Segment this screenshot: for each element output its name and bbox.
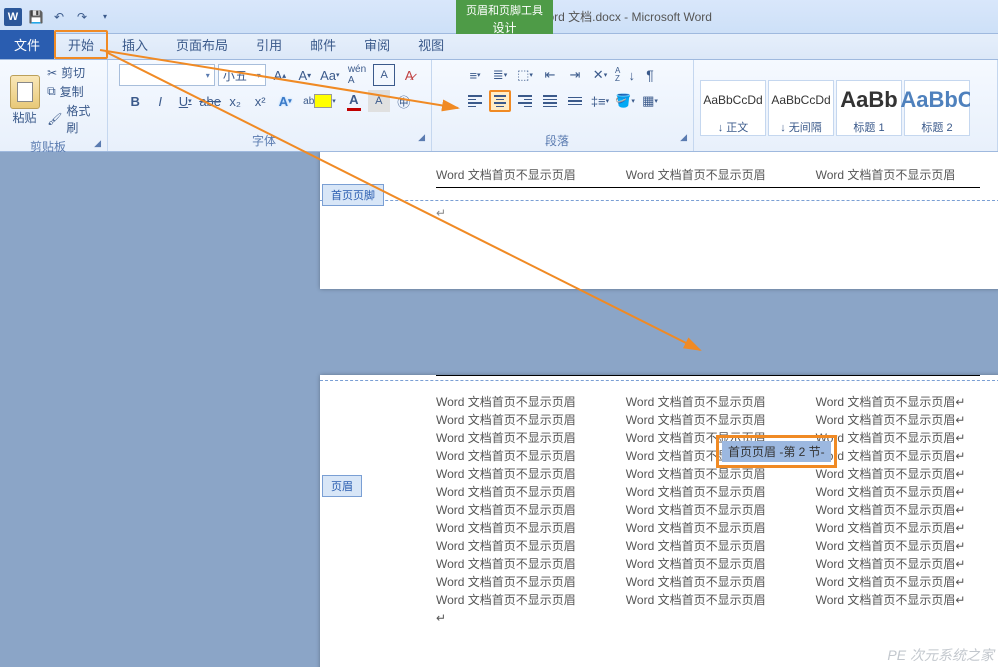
numbering-button[interactable]: ≣▾: [489, 64, 511, 86]
page-2: 首页页眉 -第 2 节- 页眉 Word 文档首页不显示页眉Word 文档首页不…: [320, 375, 998, 667]
tab-file[interactable]: 文件: [0, 30, 54, 59]
title-bar: W 💾 ↶ ↷ ▾ 页眉和页脚工具 设计 新建 Microsoft Word 文…: [0, 0, 998, 34]
undo-icon[interactable]: ↶: [49, 7, 69, 27]
paste-label: 粘贴: [13, 109, 37, 126]
tab-home[interactable]: 开始: [54, 30, 108, 59]
paragraph-launcher-icon[interactable]: ◢: [680, 132, 687, 143]
paste-button[interactable]: 粘贴: [6, 75, 43, 126]
highlight-button[interactable]: ab▾: [299, 90, 340, 112]
bullets-button[interactable]: ≡▾: [464, 64, 486, 86]
ribbon-tabs: 文件 开始 插入 页面布局 引用 邮件 审阅 视图: [0, 34, 998, 60]
text-effects-button[interactable]: A▾: [274, 90, 296, 112]
section-marker-highlight: 首页页眉 -第 2 节-: [716, 435, 837, 468]
copy-icon: ⧉: [47, 84, 56, 99]
page-1: Word 文档首页不显示页眉 Word 文档首页不显示页眉 Word 文档首页不…: [320, 152, 998, 289]
tab-view[interactable]: 视图: [404, 30, 458, 59]
font-color-button[interactable]: A: [343, 90, 365, 112]
strikethrough-button[interactable]: abe: [199, 90, 221, 112]
styles-group: AaBbCcDd↓ 正文 AaBbCcDd↓ 无间隔 AaBb标题 1 AaBb…: [694, 60, 998, 151]
show-marks-button[interactable]: ¶: [639, 64, 661, 86]
paste-icon: [10, 75, 40, 109]
cut-button[interactable]: ✂剪切: [47, 64, 101, 81]
ribbon: 粘贴 ✂剪切 ⧉复制 🖌格式刷 剪贴板◢ ▾ 小五▾ A▴ A▾ Aa▾ wén…: [0, 60, 998, 152]
save-icon[interactable]: 💾: [26, 7, 46, 27]
style-heading2[interactable]: AaBbC标题 2: [904, 80, 970, 136]
window-title: 新建 Microsoft Word 文档.docx - Microsoft Wo…: [115, 8, 994, 25]
page2-body: Word 文档首页不显示页眉Word 文档首页不显示页眉Word 文档首页不显示…: [320, 385, 998, 627]
align-justify-button[interactable]: [539, 90, 561, 112]
paragraph-group: ≡▾ ≣▾ ⬚▾ ⇤ ⇥ ✕▾ ↓ ¶ ‡≡▾ 🪣▾ ▦▾ 段落◢: [432, 60, 694, 151]
quick-access-toolbar: 💾 ↶ ↷ ▾: [26, 7, 115, 27]
font-size-combo[interactable]: 小五▾: [218, 64, 266, 86]
shrink-font-button[interactable]: A▾: [294, 64, 316, 86]
brush-icon: 🖌: [47, 112, 62, 126]
align-left-button[interactable]: [464, 90, 486, 112]
superscript-button[interactable]: x²: [249, 90, 271, 112]
enclose-char-button[interactable]: ㊥: [393, 90, 415, 112]
body-col-3: Word 文档首页不显示页眉↵Word 文档首页不显示页眉↵Word 文档首页不…: [816, 393, 966, 627]
watermark: PE 次元系统之家: [887, 645, 994, 665]
style-normal[interactable]: AaBbCcDd↓ 正文: [700, 80, 766, 136]
style-heading1[interactable]: AaBb标题 1: [836, 80, 902, 136]
character-border-button[interactable]: A: [373, 64, 395, 86]
paragraph-group-label: 段落◢: [438, 130, 687, 151]
line-spacing-button[interactable]: ‡≡▾: [589, 90, 611, 112]
char-shading-button[interactable]: A: [368, 90, 390, 112]
body-col-1: Word 文档首页不显示页眉Word 文档首页不显示页眉Word 文档首页不显示…: [436, 393, 576, 627]
context-tab-design[interactable]: 设计: [466, 19, 543, 36]
styles-gallery[interactable]: AaBbCcDd↓ 正文 AaBbCcDd↓ 无间隔 AaBb标题 1 AaBb…: [700, 80, 970, 136]
section-marker-text: 首页页眉 -第 2 节-: [722, 441, 831, 462]
multilevel-list-button[interactable]: ⬚▾: [514, 64, 536, 86]
font-group-label: 字体◢: [114, 130, 425, 151]
subscript-button[interactable]: x₂: [224, 90, 246, 112]
increase-indent-button[interactable]: ⇥: [564, 64, 586, 86]
style-no-spacing[interactable]: AaBbCcDd↓ 无间隔: [768, 80, 834, 136]
redo-icon[interactable]: ↷: [72, 7, 92, 27]
copy-button[interactable]: ⧉复制: [47, 83, 101, 100]
clipboard-group: 粘贴 ✂剪切 ⧉复制 🖌格式刷 剪贴板◢: [0, 60, 108, 151]
format-painter-button[interactable]: 🖌格式刷: [47, 102, 101, 136]
qat-customize-icon[interactable]: ▾: [95, 7, 115, 27]
font-group: ▾ 小五▾ A▴ A▾ Aa▾ wénA A A̷ B I U▾ abe x₂ …: [108, 60, 432, 151]
decrease-indent-button[interactable]: ⇤: [539, 64, 561, 86]
tab-references[interactable]: 引用: [242, 30, 296, 59]
tab-layout[interactable]: 页面布局: [162, 30, 242, 59]
bold-button[interactable]: B: [124, 90, 146, 112]
tab-insert[interactable]: 插入: [108, 30, 162, 59]
font-launcher-icon[interactable]: ◢: [418, 132, 425, 143]
paragraph-mark-icon: ↵: [436, 206, 446, 220]
italic-button[interactable]: I: [149, 90, 171, 112]
phonetic-guide-button[interactable]: wénA: [344, 64, 370, 86]
borders-button[interactable]: ▦▾: [639, 90, 661, 112]
shading-button[interactable]: 🪣▾: [614, 90, 636, 112]
scissors-icon: ✂: [47, 66, 57, 80]
tab-review[interactable]: 审阅: [350, 30, 404, 59]
clipboard-launcher-icon[interactable]: ◢: [94, 138, 101, 149]
align-center-button[interactable]: [489, 90, 511, 112]
word-app-icon: W: [4, 8, 22, 26]
sort-button[interactable]: ↓: [614, 64, 636, 86]
body-col-2: Word 文档首页不显示页眉Word 文档首页不显示页眉Word 文档首页不显示…: [626, 393, 766, 627]
asian-layout-button[interactable]: ✕▾: [589, 64, 611, 86]
page2-header-rule: [436, 375, 980, 376]
font-name-combo[interactable]: ▾: [119, 64, 215, 86]
contextual-tab-group: 页眉和页脚工具 设计: [456, 0, 553, 34]
page1-header-row: Word 文档首页不显示页眉 Word 文档首页不显示页眉 Word 文档首页不…: [320, 152, 998, 187]
clear-formatting-button[interactable]: A̷: [398, 64, 420, 86]
change-case-button[interactable]: Aa▾: [319, 64, 341, 86]
page1-header-rule: [436, 187, 980, 188]
tab-mailings[interactable]: 邮件: [296, 30, 350, 59]
document-area[interactable]: Word 文档首页不显示页眉 Word 文档首页不显示页眉 Word 文档首页不…: [0, 152, 998, 667]
context-title: 页眉和页脚工具: [466, 2, 543, 18]
header-label: 页眉: [322, 475, 362, 497]
first-page-footer-label: 首页页脚: [322, 184, 384, 206]
underline-button[interactable]: U▾: [174, 90, 196, 112]
grow-font-button[interactable]: A▴: [269, 64, 291, 86]
align-right-button[interactable]: [514, 90, 536, 112]
align-distribute-button[interactable]: [564, 90, 586, 112]
